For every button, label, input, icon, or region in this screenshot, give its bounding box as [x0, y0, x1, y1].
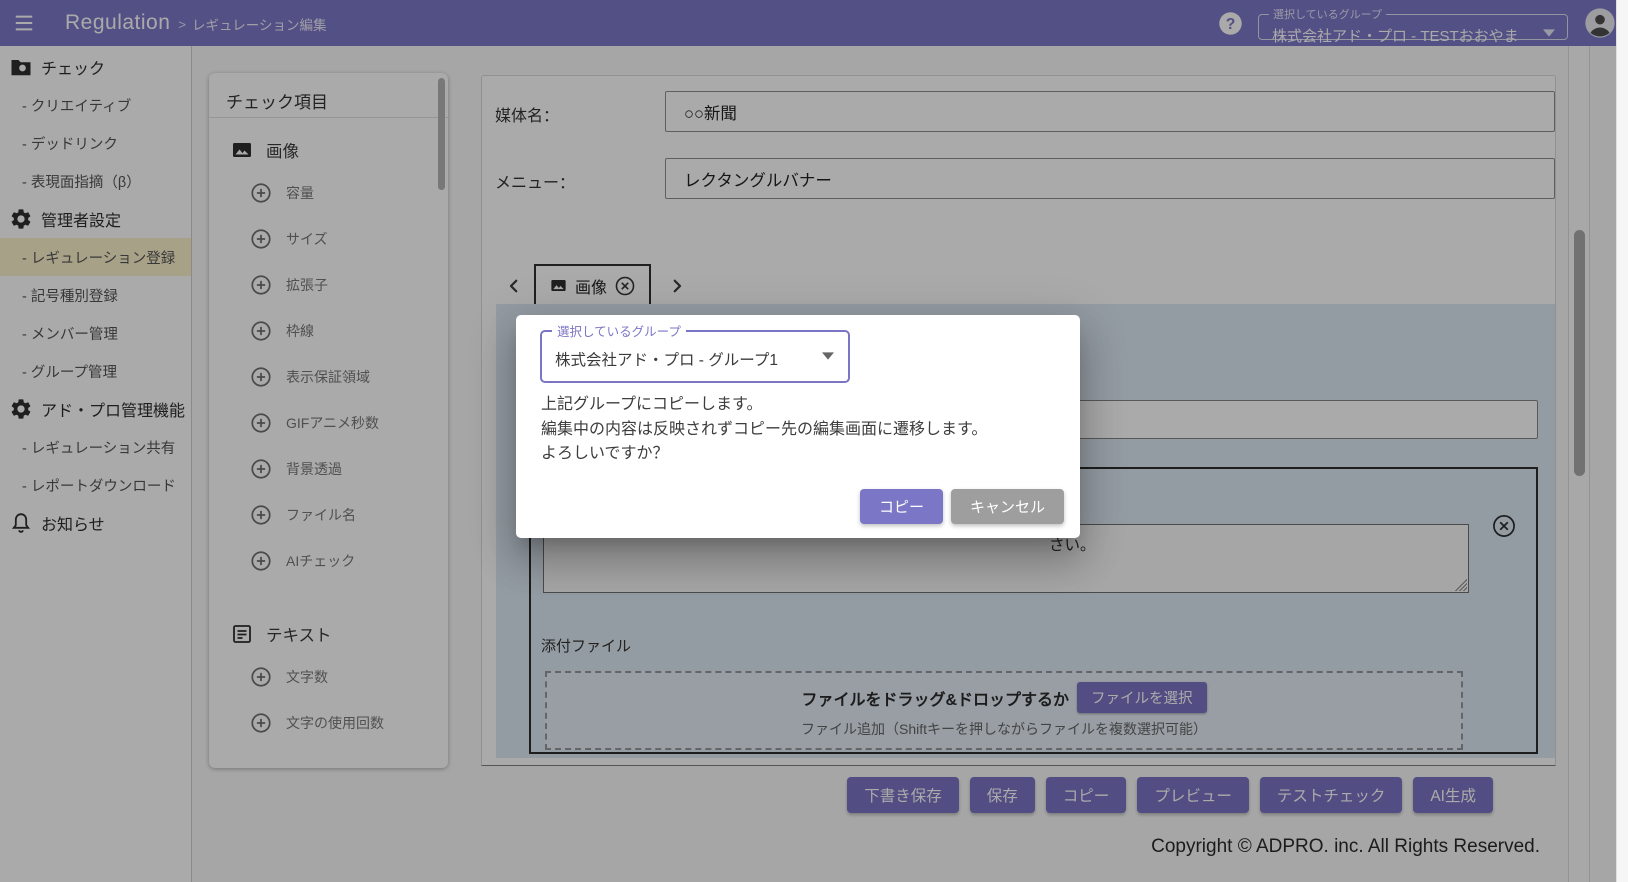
dialog-message-line: 上記グループにコピーします。: [541, 396, 763, 413]
dialog-group-select-label: 選択しているグループ: [557, 325, 681, 339]
dialog-cancel-button[interactable]: キャンセル: [950, 489, 1064, 524]
copy-confirm-dialog: 選択しているグループ 株式会社アド・プロ - グループ1 上記グループにコピーし…: [516, 315, 1080, 538]
dialog-message-line: よろしいですか？: [541, 445, 669, 462]
page-scrollbar-gutter[interactable]: [1616, 0, 1628, 882]
dialog-copy-button[interactable]: コピー: [859, 489, 943, 524]
dialog-message-line: 編集中の内容は反映されずコピー先の編集画面に遷移します。: [541, 420, 988, 438]
dialog-group-select-value: 株式会社アド・プロ - グループ1: [555, 352, 778, 369]
dialog-actions: コピー キャンセル: [859, 489, 1064, 524]
dialog-message: 上記グループにコピーします。 編集中の内容は反映されずコピー先の編集画面に遷移し…: [541, 393, 987, 467]
dialog-group-select[interactable]: 選択しているグループ 株式会社アド・プロ - グループ1: [540, 321, 850, 383]
regulation-app: Regulation > レギュレーション編集 ? 選択しているグループ 株式会…: [0, 0, 1628, 882]
caret-down-icon: [822, 352, 834, 360]
